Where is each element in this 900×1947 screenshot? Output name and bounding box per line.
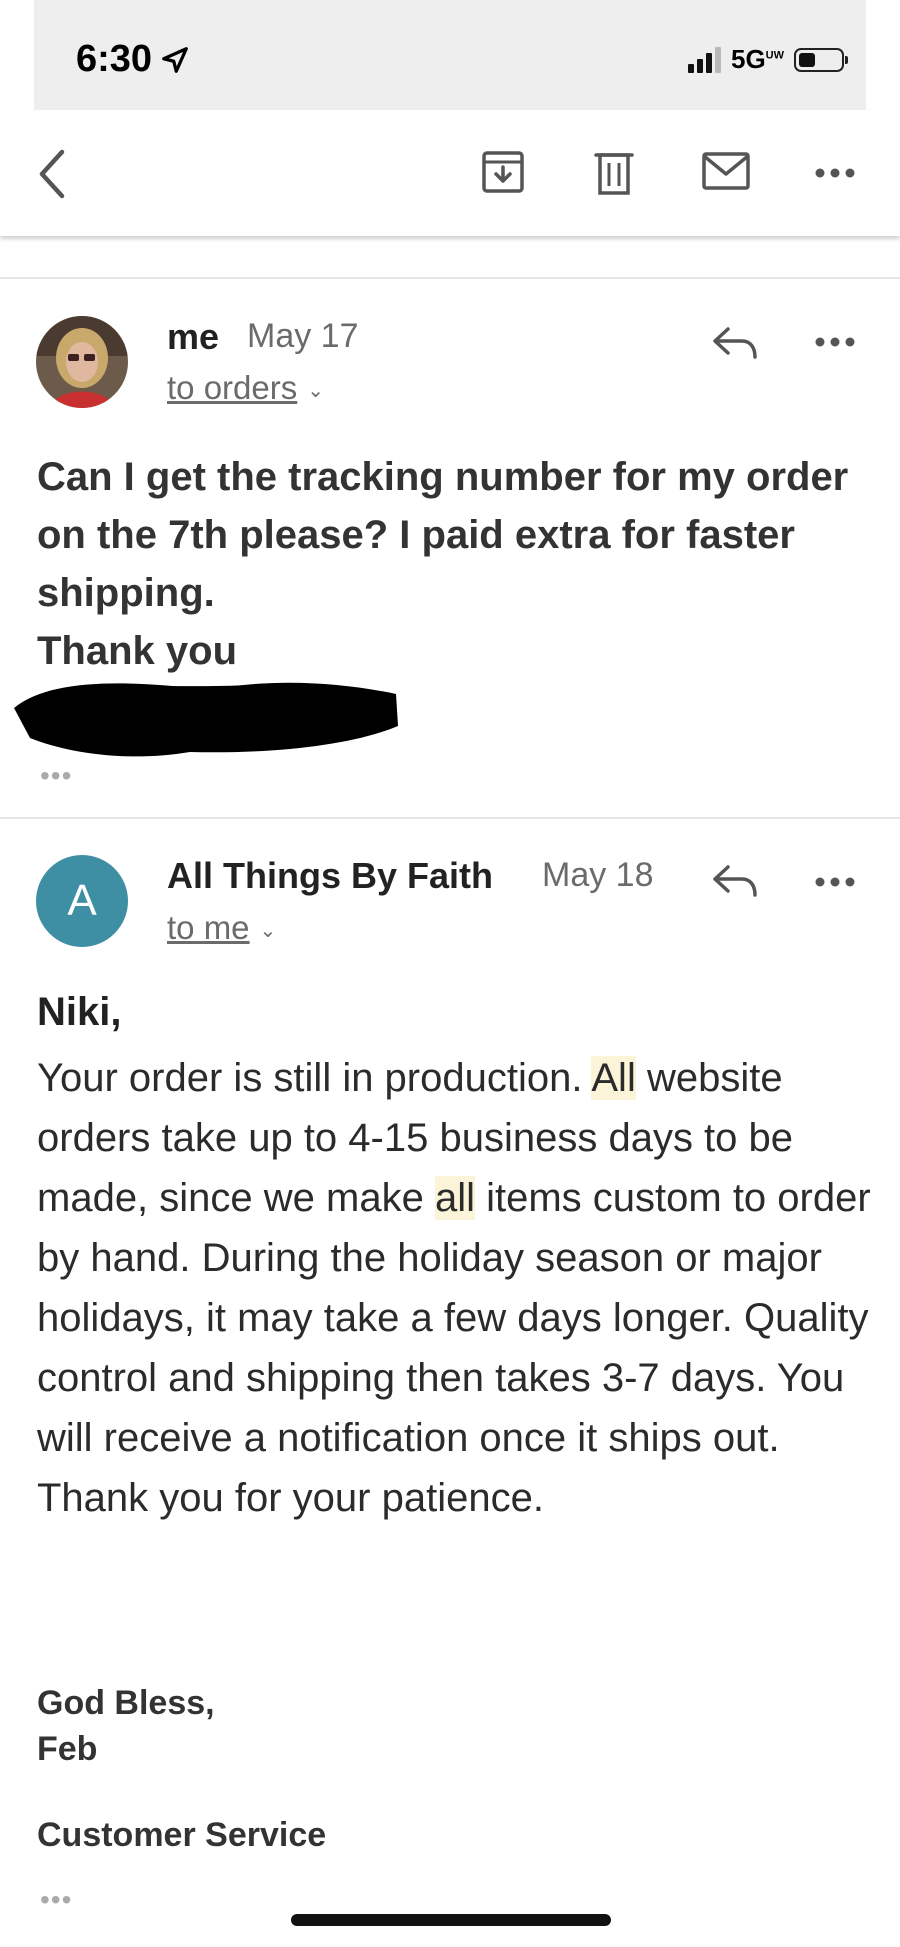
avatar-photo [36, 316, 128, 408]
message-date: May 18 [542, 856, 654, 894]
divider [0, 817, 900, 819]
recipient-label: to orders [167, 369, 298, 406]
message-text: Can I get the tracking number for my ord… [37, 455, 849, 615]
signal-icon [687, 46, 721, 73]
archive-icon[interactable] [481, 150, 525, 194]
status-time: 6:30 [76, 38, 190, 81]
sign-off: God Bless, [37, 1684, 215, 1722]
message-date: May 17 [247, 317, 359, 355]
message-greeting: Niki, [37, 990, 122, 1034]
avatar[interactable] [36, 316, 128, 408]
sender-name: All Things By Faith [167, 855, 494, 896]
recipient-toggle[interactable]: to me ⌄ [167, 909, 276, 947]
message-more-icon[interactable] [815, 876, 855, 888]
show-trimmed-content[interactable]: ••• [40, 1884, 72, 1916]
body-text: items custom to order by hand. During th… [37, 1176, 871, 1520]
signer-name: Feb [37, 1730, 98, 1768]
message-toolbar [0, 110, 900, 236]
battery-icon [794, 47, 848, 72]
reply-icon[interactable] [712, 326, 758, 360]
trash-icon[interactable] [594, 150, 634, 196]
search-highlight: All [591, 1056, 636, 1100]
back-chevron-icon[interactable] [34, 148, 70, 200]
redaction-scribble [14, 682, 398, 757]
show-trimmed-content[interactable]: ••• [40, 760, 72, 792]
location-arrow-icon [162, 46, 188, 73]
reply-icon[interactable] [712, 864, 758, 898]
home-indicator[interactable] [291, 1914, 611, 1926]
message-body: Can I get the tracking number for my ord… [37, 448, 857, 680]
search-highlight: all [434, 1176, 475, 1220]
status-indicators: 5GUW [687, 44, 848, 75]
more-horizontal-icon[interactable] [815, 167, 855, 179]
sender-name: me [167, 316, 220, 357]
avatar[interactable]: A [36, 855, 128, 947]
divider [0, 277, 900, 279]
recipient-toggle[interactable]: to orders ⌄ [167, 369, 324, 407]
body-text: Your order is still in production. [37, 1056, 592, 1100]
avatar-letter: A [67, 876, 97, 925]
network-type: 5GUW [730, 44, 784, 74]
message-more-icon[interactable] [815, 336, 855, 348]
department: Customer Service [37, 1816, 327, 1854]
status-bar: 6:30 5GUW [34, 0, 866, 110]
chevron-down-icon: ⌄ [307, 379, 324, 402]
chevron-down-icon: ⌄ [259, 919, 277, 942]
mail-icon[interactable] [702, 152, 750, 190]
message-body: Your order is still in production. All w… [37, 1048, 877, 1528]
recipient-label: to me [167, 909, 250, 946]
